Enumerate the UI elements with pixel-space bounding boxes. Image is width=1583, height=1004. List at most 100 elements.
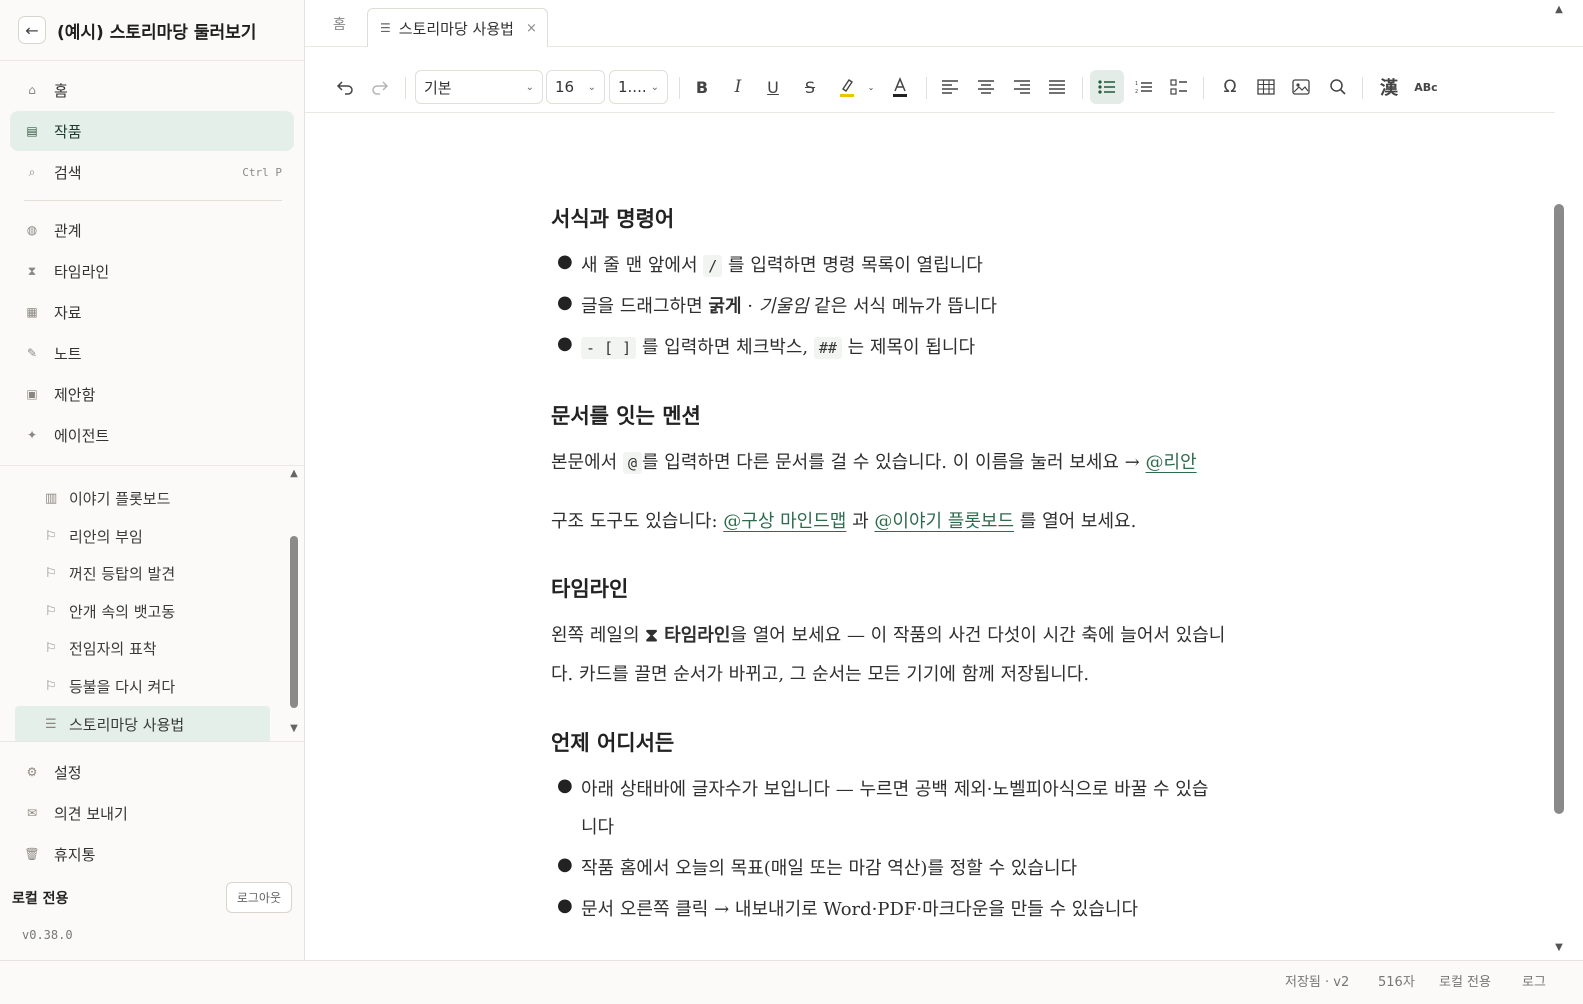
editor-scrollbar[interactable]: ▲ ▼ xyxy=(1553,0,1565,960)
image-icon[interactable] xyxy=(1289,70,1313,104)
hanja-icon[interactable]: 漢 xyxy=(1376,70,1402,104)
spellcheck-icon[interactable]: ABc xyxy=(1413,70,1439,104)
tree-label: 리안의 부임 xyxy=(69,528,143,546)
tree-item[interactable]: ⚐ 안개 속의 뱃고동 xyxy=(15,593,270,630)
gear-icon: ⚙ xyxy=(26,765,38,779)
nav-top: ⌂ 홈 ▤ 작품 ⌕ 검색 Ctrl P xyxy=(10,70,294,193)
scroll-up-icon[interactable]: ▲ xyxy=(1553,4,1565,15)
nav-label: 홈 xyxy=(54,81,68,100)
mention-link[interactable]: @이야기 플롯보드 xyxy=(874,511,1014,532)
select-value: 16 xyxy=(555,78,575,96)
nav-item-relations[interactable]: ◍ 관계 xyxy=(10,210,294,250)
search-icon[interactable] xyxy=(1326,70,1350,104)
nav-item-timeline[interactable]: ⧗ 타임라인 xyxy=(10,251,294,291)
font-size-select[interactable]: 16 ⌄ xyxy=(546,70,605,104)
document-icon: ☰ xyxy=(45,717,57,732)
tree-item[interactable]: ⚐ 리안의 부임 xyxy=(15,518,270,555)
bold-icon[interactable]: B xyxy=(690,70,714,104)
nav-item-home[interactable]: ⌂ 홈 xyxy=(10,70,294,110)
char-count[interactable]: 516자 xyxy=(1378,971,1415,990)
nav-item-materials[interactable]: ▦ 자료 xyxy=(10,292,294,332)
tree-label: 스토리마당 사용법 xyxy=(69,716,185,734)
section-heading: 언제 어디서든 xyxy=(551,730,675,755)
scroll-down-icon[interactable]: ▼ xyxy=(1553,942,1565,953)
highlight-dropdown-icon[interactable]: ⌄ xyxy=(866,70,876,104)
nav-item-suggestions[interactable]: ▣ 제안함 xyxy=(10,374,294,414)
align-justify-icon[interactable] xyxy=(1045,70,1069,104)
toolbar-separator xyxy=(1203,77,1204,99)
underline-icon[interactable]: U xyxy=(761,70,785,104)
mention-link[interactable]: @리안 xyxy=(1146,452,1197,473)
bullet-list-icon[interactable] xyxy=(1090,70,1124,104)
font-color-icon[interactable] xyxy=(888,70,912,104)
list-item: - [ ] 를 입력하면 체크박스, ## 는 제목이 됩니다 xyxy=(581,333,975,359)
local-status: 로컬 전용 xyxy=(1439,975,1491,990)
close-icon[interactable]: × xyxy=(526,21,537,36)
tab-document[interactable]: ☰ 스토리마당 사용법 × xyxy=(367,8,548,47)
list-item: 새 줄 맨 앞에서 / 를 입력하면 명령 목록이 열립니다 xyxy=(581,255,983,277)
tree-item[interactable]: ⚐ 꺼진 등탑의 발견 xyxy=(15,555,270,592)
editor-area[interactable]: 서식과 명령어 ● 새 줄 맨 앞에서 / 를 입력하면 명령 목록이 열립니다… xyxy=(305,113,1555,960)
list-item: 아래 상태바에 글자수가 보입니다 — 누르면 공백 제외·노벨피아식으로 바꿀… xyxy=(581,779,1209,800)
nav-item-works[interactable]: ▤ 작품 xyxy=(10,111,294,151)
nav-item-search[interactable]: ⌕ 검색 Ctrl P xyxy=(10,152,294,192)
nav-item-feedback[interactable]: ✉ 의견 보내기 xyxy=(10,793,294,833)
highlight-icon[interactable] xyxy=(833,70,861,104)
nav-label: 휴지통 xyxy=(54,845,96,864)
redo-icon[interactable] xyxy=(368,70,392,104)
nav-label: 노트 xyxy=(54,344,82,363)
mention-link[interactable]: @구상 마인드맵 xyxy=(723,511,846,532)
scroll-down-icon[interactable]: ▼ xyxy=(289,723,299,734)
paragraph-style-select[interactable]: 기본 ⌄ xyxy=(415,70,543,104)
nav-label: 의견 보내기 xyxy=(54,804,128,823)
bold-text: ⧗ 타임라인 xyxy=(645,625,731,646)
tab-home[interactable]: 홈 xyxy=(325,0,354,47)
tree-item[interactable]: ▥ 이야기 플롯보드 xyxy=(15,480,270,517)
list-item: 작품 홈에서 오늘의 목표(매일 또는 마감 역산)를 정할 수 있습니다 xyxy=(581,858,1078,879)
nav-item-agent[interactable]: ✦ 에이전트 xyxy=(10,415,294,455)
ordered-list-icon[interactable]: 12 xyxy=(1132,70,1156,104)
italic-text: 기울임 xyxy=(758,296,809,317)
checklist-icon[interactable] xyxy=(1167,70,1191,104)
shortcut-hint: Ctrl P xyxy=(242,165,282,179)
table-icon[interactable] xyxy=(1254,70,1278,104)
align-left-icon[interactable] xyxy=(938,70,962,104)
align-center-icon[interactable] xyxy=(974,70,998,104)
scroll-up-icon[interactable]: ▲ xyxy=(289,468,299,479)
bullet-icon: ● xyxy=(557,775,573,796)
toolbar-separator xyxy=(405,77,406,99)
italic-icon[interactable]: I xyxy=(726,70,750,104)
trash-icon: 🗑 xyxy=(24,847,40,861)
scroll-thumb[interactable] xyxy=(1554,204,1564,814)
section-heading: 문서를 잇는 멘션 xyxy=(551,403,701,428)
status-bar: 저장됨 · v2 516자 로컬 전용 로그 xyxy=(0,960,1583,1004)
nav-item-settings[interactable]: ⚙ 설정 xyxy=(10,752,294,792)
tree-item-active[interactable]: ☰ 스토리마당 사용법 xyxy=(15,706,270,741)
list-item-continuation: 니다 xyxy=(581,817,615,838)
back-button[interactable]: ← xyxy=(18,16,46,44)
strikethrough-icon[interactable]: S xyxy=(798,70,822,104)
special-char-icon[interactable]: Ω xyxy=(1218,70,1242,104)
tree-item[interactable]: ⚐ 전임자의 표착 xyxy=(15,630,270,667)
nav-item-trash[interactable]: 🗑 휴지통 xyxy=(10,834,294,874)
tree-item[interactable]: ⚐ 등불을 다시 켜다 xyxy=(15,668,270,705)
flag-icon: ⚐ xyxy=(45,566,57,581)
inline-code: / xyxy=(703,255,723,277)
nav-item-notes[interactable]: ✎ 노트 xyxy=(10,333,294,373)
flag-icon: ⚐ xyxy=(45,641,57,656)
grid-icon: ▦ xyxy=(26,305,38,319)
svg-text:1: 1 xyxy=(1135,81,1138,87)
bullet-icon: ● xyxy=(557,251,573,272)
version-label: v0.38.0 xyxy=(22,928,73,942)
line-height-select[interactable]: 1.... ⌄ xyxy=(609,70,668,104)
log-button[interactable]: 로그 xyxy=(1522,971,1546,990)
tree-scrollbar[interactable]: ▲ ▼ xyxy=(289,468,299,738)
align-right-icon[interactable] xyxy=(1010,70,1034,104)
inbox-icon: ▣ xyxy=(26,387,38,401)
paragraph: 본문에서 @ 를 입력하면 다른 문서를 걸 수 있습니다. 이 이름을 눌러 보… xyxy=(551,452,1197,474)
arrow-left-icon: ← xyxy=(25,20,39,40)
scroll-thumb[interactable] xyxy=(290,536,298,708)
nav-label: 타임라인 xyxy=(54,262,110,281)
undo-icon[interactable] xyxy=(333,70,357,104)
logout-button[interactable]: 로그아웃 xyxy=(225,882,292,913)
